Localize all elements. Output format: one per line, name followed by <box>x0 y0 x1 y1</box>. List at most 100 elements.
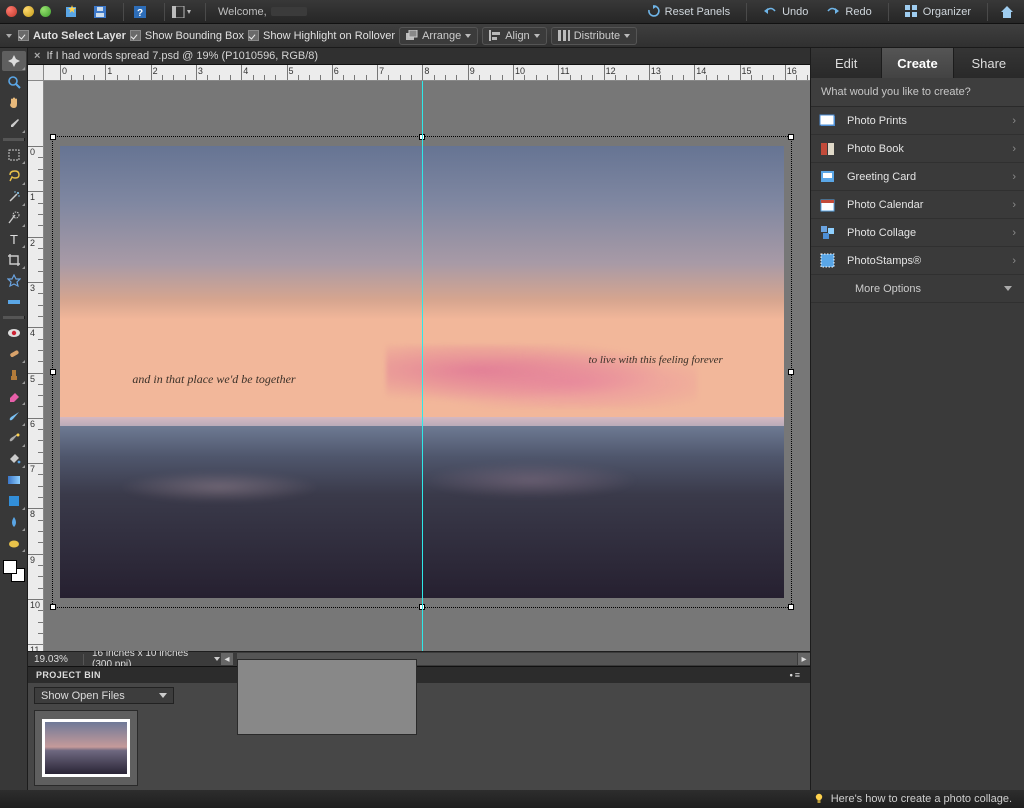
straighten-tool[interactable] <box>2 292 26 312</box>
document-area: × If I had words spread 7.psd @ 19% (P10… <box>28 48 810 790</box>
show-highlight-rollover-toggle[interactable]: Show Highlight on Rollover <box>248 30 395 42</box>
foreground-color-swatch[interactable] <box>3 560 17 574</box>
redo-button[interactable]: Redo <box>818 4 879 20</box>
organizer-button[interactable]: Organizer <box>897 3 979 20</box>
scroll-right-button[interactable]: ▸ <box>798 653 810 665</box>
minimize-window-button[interactable] <box>23 6 34 17</box>
zoom-window-button[interactable] <box>40 6 51 17</box>
create-item-book[interactable]: Photo Book› <box>811 135 1024 163</box>
lasso-tool[interactable] <box>2 166 26 186</box>
more-options-label: More Options <box>855 283 921 295</box>
auto-select-layer-toggle[interactable]: Auto Select Layer <box>18 30 126 42</box>
spot-healing-tool[interactable] <box>2 344 26 364</box>
status-tip-text: Here's how to create a photo collage. <box>831 793 1012 805</box>
gradient-tool[interactable] <box>2 470 26 490</box>
create-panel-heading: What would you like to create? <box>811 78 1024 107</box>
create-item-label: Photo Collage <box>847 227 1012 239</box>
brush-tool[interactable] <box>2 407 26 427</box>
chevron-right-icon: › <box>1012 171 1016 183</box>
horizontal-scrollbar[interactable] <box>237 653 797 665</box>
create-item-calendar[interactable]: Photo Calendar› <box>811 191 1024 219</box>
more-options-item[interactable]: More Options <box>811 275 1024 303</box>
vertical-guide[interactable] <box>422 81 423 651</box>
window-controls <box>6 6 51 17</box>
distribute-dropdown[interactable]: Distribute <box>551 27 637 45</box>
refresh-icon <box>647 5 660 18</box>
type-tool[interactable]: T <box>2 229 26 249</box>
distribute-icon <box>558 30 570 41</box>
move-tool[interactable] <box>2 51 26 71</box>
close-document-icon[interactable]: × <box>34 50 40 62</box>
home-button[interactable] <box>996 3 1018 21</box>
blur-tool[interactable] <box>2 512 26 532</box>
create-item-label: Photo Prints <box>847 115 1012 127</box>
create-item-prints[interactable]: Photo Prints› <box>811 107 1024 135</box>
magic-wand-tool[interactable] <box>2 187 26 207</box>
vertical-ruler[interactable]: 01234567891011 <box>28 81 44 651</box>
paint-bucket-tool[interactable] <box>2 449 26 469</box>
project-bin-thumbnail[interactable] <box>34 710 138 786</box>
chevron-right-icon: › <box>1012 227 1016 239</box>
align-dropdown[interactable]: Align <box>482 27 546 45</box>
create-item-card[interactable]: Greeting Card› <box>811 163 1024 191</box>
undo-icon <box>763 6 777 17</box>
pasteboard: and in that place we'd be together to li… <box>44 81 810 651</box>
zoom-tool[interactable] <box>2 72 26 92</box>
arrange-dropdown[interactable]: Arrange <box>399 27 478 45</box>
eraser-tool[interactable] <box>2 386 26 406</box>
red-eye-tool[interactable] <box>2 323 26 343</box>
crop-tool[interactable] <box>2 250 26 270</box>
help-button[interactable]: ? <box>130 3 152 21</box>
tab-edit[interactable]: Edit <box>811 48 882 78</box>
color-swatches[interactable] <box>3 560 25 582</box>
ruler-origin[interactable] <box>28 65 44 81</box>
project-bin-header[interactable]: PROJECT BIN •≡ <box>28 666 810 683</box>
new-file-button[interactable] <box>61 3 83 21</box>
undo-button[interactable]: Undo <box>755 4 816 20</box>
quick-selection-tool[interactable] <box>2 208 26 228</box>
chevron-down-icon <box>159 693 167 698</box>
shape-tool[interactable] <box>2 491 26 511</box>
create-item-collage[interactable]: Photo Collage› <box>811 219 1024 247</box>
svg-text:?: ? <box>137 8 143 19</box>
clone-stamp-tool[interactable] <box>2 365 26 385</box>
tab-create[interactable]: Create <box>882 48 953 78</box>
checkbox-checked-icon <box>18 30 29 41</box>
home-icon <box>999 5 1015 19</box>
overlay-text-left: and in that place we'd be together <box>132 372 295 387</box>
project-bin-filter-dropdown[interactable]: Show Open Files <box>34 687 174 704</box>
reset-panels-button[interactable]: Reset Panels <box>639 3 738 20</box>
marquee-tool[interactable] <box>2 145 26 165</box>
project-bin-menu-icon[interactable]: •≡ <box>790 670 802 680</box>
options-flyout-icon[interactable] <box>6 34 12 38</box>
document-tab[interactable]: × If I had words spread 7.psd @ 19% (P10… <box>28 48 810 65</box>
organizer-icon <box>905 5 918 18</box>
canvas-viewport[interactable]: 012345678910111213141516 01234567891011 … <box>28 65 810 651</box>
smart-brush-tool[interactable] <box>2 428 26 448</box>
sponge-tool[interactable] <box>2 533 26 553</box>
user-name-redacted <box>271 7 307 16</box>
cookie-cutter-tool[interactable] <box>2 271 26 291</box>
scroll-left-button[interactable]: ◂ <box>221 653 233 665</box>
close-window-button[interactable] <box>6 6 17 17</box>
hand-tool[interactable] <box>2 93 26 113</box>
calendar-icon <box>817 195 839 215</box>
create-item-label: Greeting Card <box>847 171 1012 183</box>
show-bounding-box-toggle[interactable]: Show Bounding Box <box>130 30 244 42</box>
document-info-bar: 19.03% 16 inches x 10 inches (300 ppi) ◂… <box>28 651 810 666</box>
options-bar: Auto Select Layer Show Bounding Box Show… <box>0 24 1024 48</box>
collage-icon <box>817 223 839 243</box>
project-bin: Show Open Files <box>28 683 810 790</box>
layout-menu[interactable] <box>171 3 193 21</box>
chevron-right-icon: › <box>1012 115 1016 127</box>
eyedropper-tool[interactable] <box>2 114 26 134</box>
app-menubar: ? Welcome, Reset Panels Undo Redo Organi… <box>0 0 1024 24</box>
chevron-down-icon <box>1004 286 1012 291</box>
redo-icon <box>826 6 840 17</box>
create-item-stamps[interactable]: PhotoStamps®› <box>811 247 1024 275</box>
tab-share[interactable]: Share <box>954 48 1024 78</box>
zoom-level[interactable]: 19.03% <box>28 654 84 665</box>
arrange-icon <box>406 30 418 41</box>
save-button[interactable] <box>89 3 111 21</box>
horizontal-ruler[interactable]: 012345678910111213141516 <box>44 65 810 81</box>
